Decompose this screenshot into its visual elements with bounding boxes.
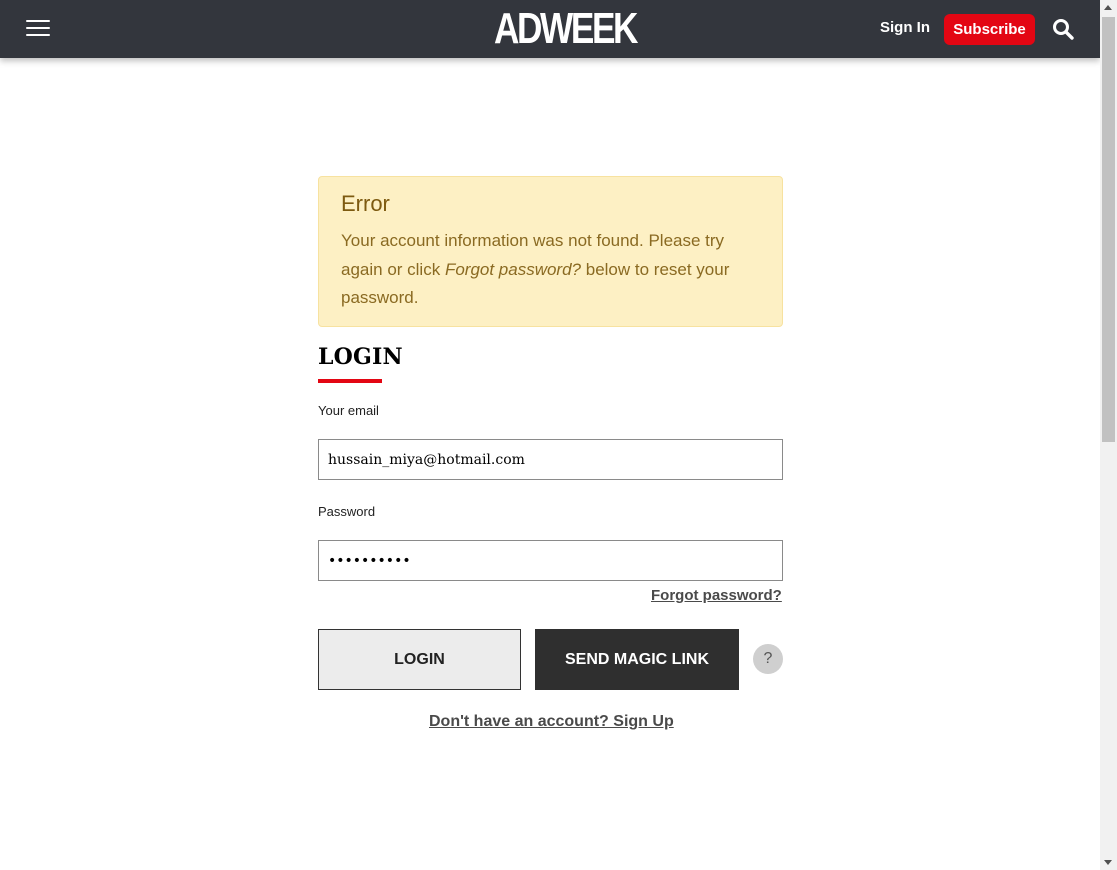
error-title: Error <box>341 191 390 216</box>
adweek-logo[interactable]: ADWEEK <box>494 6 638 52</box>
error-forgot-reference: Forgot password? <box>444 259 582 279</box>
error-alert: Error Your account information was not f… <box>318 176 783 327</box>
sign-in-link[interactable]: Sign In <box>880 19 930 36</box>
heading-underline <box>318 379 382 383</box>
hamburger-icon[interactable] <box>26 20 50 38</box>
scroll-down-arrow-icon[interactable] <box>1104 860 1112 865</box>
error-message: Your account information was not found. … <box>341 231 730 307</box>
login-button[interactable]: LOGIN <box>318 629 521 690</box>
email-label: Your email <box>318 403 379 418</box>
site-header: ADWEEK Sign In Subscribe <box>0 0 1100 58</box>
search-icon[interactable] <box>1052 18 1074 40</box>
password-field[interactable] <box>318 540 783 581</box>
help-icon[interactable]: ? <box>753 644 783 674</box>
password-label: Password <box>318 504 376 519</box>
scroll-up-arrow-icon[interactable] <box>1104 5 1112 10</box>
page-scrollbar[interactable] <box>1100 0 1117 870</box>
send-magic-link-button[interactable]: SEND MAGIC LINK <box>535 629 739 690</box>
scrollbar-thumb[interactable] <box>1102 17 1115 442</box>
sign-up-link[interactable]: Don't have an account? Sign Up <box>429 713 674 731</box>
forgot-password-link[interactable]: Forgot password? <box>651 587 782 604</box>
subscribe-button[interactable]: Subscribe <box>944 14 1035 45</box>
email-field[interactable] <box>318 439 783 480</box>
login-heading: LOGIN <box>318 344 403 370</box>
